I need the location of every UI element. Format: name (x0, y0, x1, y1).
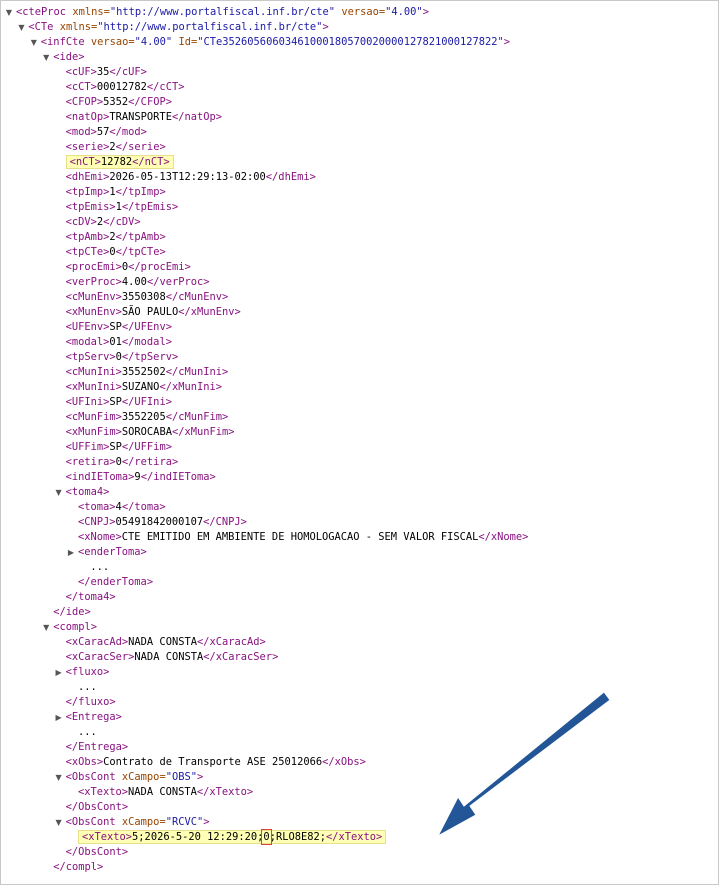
annotation-arrow (436, 691, 611, 838)
